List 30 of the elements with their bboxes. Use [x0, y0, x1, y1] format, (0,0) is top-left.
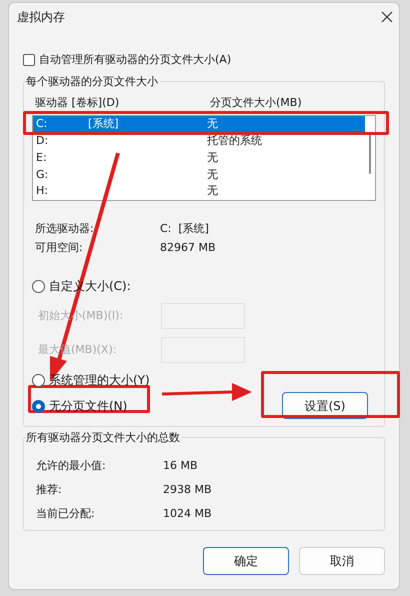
close-icon[interactable]	[381, 11, 393, 23]
total-value: 1024 MB	[163, 506, 212, 522]
list-row[interactable]: G: 无	[33, 166, 365, 184]
radio-button[interactable]	[32, 400, 45, 412]
dialog-button[interactable]: 取消	[299, 547, 385, 575]
drive-list[interactable]: C: [系统] 无 D: 托管的系统 E: 无 G: 无 H: 无	[32, 115, 376, 201]
total-label: 推荐:	[36, 482, 63, 498]
dialog-button[interactable]: 确定	[203, 547, 289, 575]
list-row[interactable]: C: [系统] 无	[33, 116, 365, 133]
total-value: 2938 MB	[163, 482, 212, 498]
info-label: 可用空间:	[35, 240, 84, 256]
window-title: 虚拟内存	[17, 9, 65, 26]
column-header: 驱动器 [卷标](D)	[34, 94, 120, 111]
list-row[interactable]: D: 托管的系统	[33, 132, 365, 150]
radio-button[interactable]	[32, 374, 45, 386]
checkbox-label: 自动管理所有驱动器的分页文件大小(A)	[39, 52, 232, 68]
radio-button[interactable]	[32, 280, 45, 292]
list-row[interactable]: E: 无	[33, 150, 365, 166]
radio-label: 无分页文件(N)	[49, 398, 128, 415]
list-row[interactable]: H: 无	[33, 183, 365, 200]
total-label: 允许的最小值:	[36, 458, 107, 474]
total-label: 当前已分配:	[36, 506, 96, 522]
checkbox[interactable]	[23, 54, 35, 66]
info-value: 82967 MB	[160, 240, 216, 256]
column-header: 分页文件大小(MB)	[210, 94, 302, 111]
radio-label: 系统管理的大小(Y)	[49, 372, 150, 389]
total-value: 16 MB	[163, 458, 198, 474]
info-label: 所选驱动器:	[35, 221, 95, 238]
info-value: C: [系统]	[160, 221, 209, 238]
scrollbar-thumb[interactable]	[369, 134, 371, 174]
